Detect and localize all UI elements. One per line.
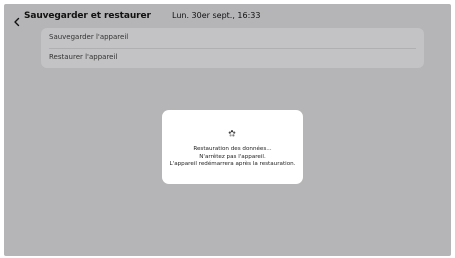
screen: Sauvegarder et restaurer Lun. 30er sept.…	[4, 4, 451, 256]
backup-device-label: Sauvegarder l'appareil	[49, 33, 129, 41]
dialog-line-restoring: Restauration des données...	[193, 146, 272, 152]
chevron-left-icon[interactable]	[12, 12, 22, 27]
backup-device-item[interactable]: Sauvegarder l'appareil	[41, 28, 424, 48]
top-bar: Sauvegarder et restaurer Lun. 30er sept.…	[4, 4, 451, 30]
dialog-line-do-not-turn-off: N'arrêtez pas l'appareil.	[199, 153, 266, 160]
restore-device-label: Restaurer l'appareil	[49, 53, 118, 61]
datetime-text: Lun. 30er sept., 16:33	[172, 11, 261, 20]
spinner-icon	[227, 124, 237, 137]
restore-progress-dialog: Restauration des données... N'arrêtez pa…	[162, 110, 303, 184]
restore-device-item[interactable]: Restaurer l'appareil	[41, 48, 424, 68]
dialog-line-will-restart: L'appareil redémarrera après la restaura…	[169, 161, 296, 167]
dialog-message: Restauration des données... N'arrêtez pa…	[162, 146, 303, 169]
page-title: Sauvegarder et restaurer	[24, 11, 151, 21]
settings-card: Sauvegarder l'appareil Restaurer l'appar…	[41, 28, 424, 68]
